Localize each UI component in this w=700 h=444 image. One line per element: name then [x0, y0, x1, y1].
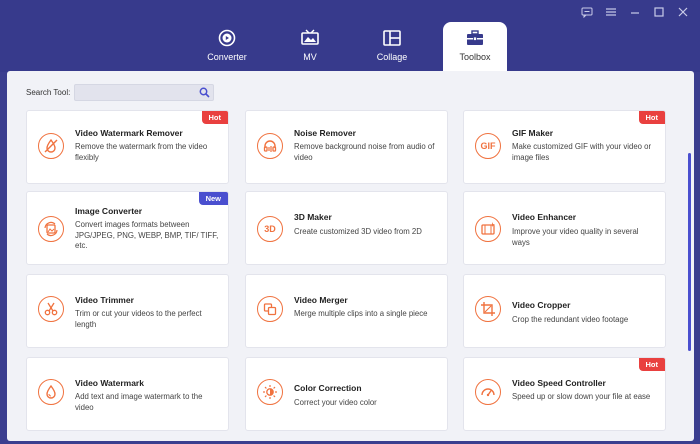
tab-toolbox[interactable]: Toolbox: [443, 22, 507, 72]
search-input[interactable]: [75, 88, 196, 103]
tool-description: Crop the redundant video footage: [512, 315, 629, 324]
color-correction-icon: [257, 379, 283, 405]
tool-description: Trim or cut your videos to the perfect l…: [75, 309, 202, 329]
image-converter-icon: [38, 216, 64, 242]
close-icon[interactable]: [674, 4, 692, 20]
tool-card-video-merger[interactable]: Video Merger Merge multiple clips into a…: [245, 274, 448, 348]
tool-card-color-correction[interactable]: Color Correction Correct your video colo…: [245, 357, 448, 431]
toolbox-icon: [467, 30, 483, 45]
tab-label: Toolbox: [459, 52, 491, 62]
tool-description: Make customized GIF with your video or i…: [512, 142, 652, 162]
main-tabs: Converter MV Collage Toolbox: [0, 22, 700, 72]
tool-card-gif-maker[interactable]: Hot GIF GIF Maker Make customized GIF wi…: [463, 110, 666, 184]
tool-card-noise-remover[interactable]: Noise Remover Remove background noise fr…: [245, 110, 448, 184]
tool-description: Convert images formats between JPG/JPEG,…: [75, 220, 219, 250]
tool-title: Color Correction: [294, 383, 362, 393]
hot-badge: Hot: [201, 111, 228, 124]
tool-title: Video Speed Controller: [512, 378, 606, 388]
crop-icon: [475, 296, 501, 322]
video-enhancer-icon: [475, 216, 501, 242]
menu-icon[interactable]: [602, 4, 620, 20]
hot-badge: Hot: [638, 358, 665, 371]
title-bar: Converter MV Collage Toolbox: [0, 0, 700, 72]
new-badge: New: [198, 192, 228, 205]
tool-card-video-enhancer[interactable]: Video Enhancer Improve your video qualit…: [463, 191, 666, 265]
scissors-icon: [38, 296, 64, 322]
tool-description: Remove the watermark from the video flex…: [75, 142, 208, 162]
noise-remover-icon: [257, 133, 283, 159]
hot-badge: Hot: [638, 111, 665, 124]
tool-title: Video Merger: [294, 295, 348, 305]
toolbox-panel: Search Tool: Hot Video Watermark Remover…: [7, 71, 694, 441]
speedometer-icon: [475, 379, 501, 405]
tool-title: Video Enhancer: [512, 212, 577, 222]
tool-title: Video Cropper: [512, 300, 571, 310]
tool-title: Image Converter: [75, 206, 143, 216]
maximize-icon[interactable]: [650, 4, 668, 20]
collage-icon: [383, 30, 401, 46]
3d-icon: 3D: [257, 216, 283, 242]
gif-icon: GIF: [475, 133, 501, 159]
search-label: Search Tool:: [26, 88, 71, 97]
scrollbar-thumb[interactable]: [688, 153, 691, 351]
search-icon[interactable]: [199, 87, 210, 98]
tool-description: Add text and image watermark to the vide…: [75, 392, 203, 412]
mv-icon: [301, 29, 319, 45]
window-controls: [578, 4, 692, 20]
watermark-drop-icon: [38, 379, 64, 405]
tool-description: Improve your video quality in several wa…: [512, 227, 639, 247]
tab-mv[interactable]: MV: [278, 22, 342, 72]
tool-title: Video Trimmer: [75, 295, 134, 305]
tool-title: Video Watermark Remover: [75, 128, 183, 138]
tool-card-3d-maker[interactable]: 3D 3D Maker Create customized 3D video f…: [245, 191, 448, 265]
tool-card-video-cropper[interactable]: Video Cropper Crop the redundant video f…: [463, 274, 666, 348]
tool-description: Remove background noise from audio of vi…: [294, 142, 435, 162]
tool-description: Correct your video color: [294, 398, 377, 407]
feedback-icon[interactable]: [578, 4, 596, 20]
tool-title: 3D Maker: [294, 212, 332, 222]
watermark-remove-icon: [38, 133, 64, 159]
tool-description: Create customized 3D video from 2D: [294, 227, 422, 236]
tool-description: Merge multiple clips into a single piece: [294, 309, 428, 318]
tab-collage[interactable]: Collage: [360, 22, 424, 72]
tool-description: Speed up or slow down your file at ease: [512, 392, 651, 401]
converter-icon: [218, 29, 236, 47]
tool-card-video-trimmer[interactable]: Video Trimmer Trim or cut your videos to…: [26, 274, 229, 348]
tool-card-video-watermark[interactable]: Video Watermark Add text and image water…: [26, 357, 229, 431]
tool-card-video-speed-controller[interactable]: Hot Video Speed Controller Speed up or s…: [463, 357, 666, 431]
tab-label: Collage: [376, 52, 408, 62]
tab-label: Converter: [207, 52, 247, 62]
tool-card-video-watermark-remover[interactable]: Hot Video Watermark Remover Remove the w…: [26, 110, 229, 184]
tool-title: GIF Maker: [512, 128, 554, 138]
search-box[interactable]: [74, 84, 215, 103]
tab-label: MV: [303, 52, 317, 62]
merge-icon: [257, 296, 283, 322]
tab-converter[interactable]: Converter: [195, 22, 259, 72]
minimize-icon[interactable]: [626, 4, 644, 20]
tool-title: Video Watermark: [75, 378, 144, 388]
tool-title: Noise Remover: [294, 128, 356, 138]
search-tool-row: Search Tool:: [26, 84, 215, 103]
tool-card-image-converter[interactable]: New Image Converter Convert images forma…: [26, 191, 229, 265]
